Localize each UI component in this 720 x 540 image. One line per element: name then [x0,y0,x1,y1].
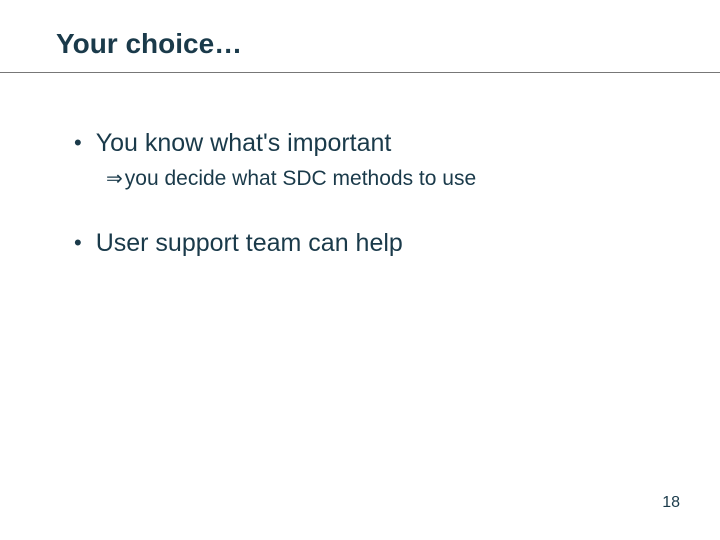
bullet-text: User support team can help [96,228,403,258]
bullet-icon: • [74,228,82,258]
list-subitem: ⇒ you decide what SDC methods to use [106,166,664,192]
title-divider [0,72,720,73]
page-number: 18 [662,494,680,512]
list-item: • User support team can help [74,228,664,258]
sub-bullet-text: you decide what SDC methods to use [125,166,476,192]
arrow-icon: ⇒ [106,166,123,192]
bullet-icon: • [74,128,82,158]
slide: Your choice… • You know what's important… [0,0,720,540]
slide-content: • You know what's important ⇒ you decide… [56,128,664,258]
bullet-text: You know what's important [96,128,392,158]
list-item: • You know what's important [74,128,664,158]
page-title: Your choice… [56,28,664,70]
